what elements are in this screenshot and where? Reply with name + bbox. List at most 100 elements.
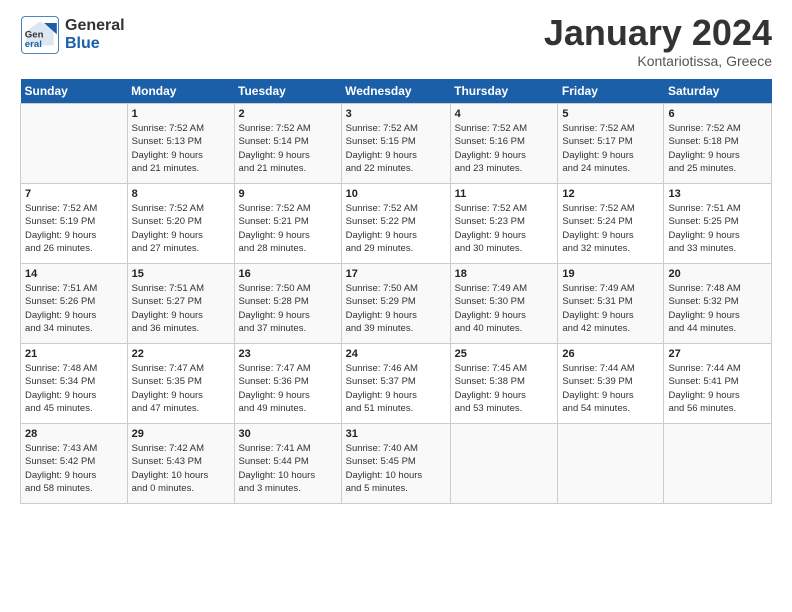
day-info: Sunrise: 7:48 AMSunset: 5:32 PMDaylight:… bbox=[668, 282, 767, 335]
day-info: Sunrise: 7:43 AMSunset: 5:42 PMDaylight:… bbox=[25, 442, 123, 495]
calendar-week-3: 14Sunrise: 7:51 AMSunset: 5:26 PMDayligh… bbox=[21, 264, 772, 344]
day-info: Sunrise: 7:52 AMSunset: 5:16 PMDaylight:… bbox=[455, 122, 554, 175]
calendar-cell: 2Sunrise: 7:52 AMSunset: 5:14 PMDaylight… bbox=[234, 104, 341, 184]
day-info: Sunrise: 7:52 AMSunset: 5:18 PMDaylight:… bbox=[668, 122, 767, 175]
calendar-cell: 30 Sunrise: 7:41 AMSunset: 5:44 PMDayligh… bbox=[234, 424, 341, 504]
day-number: 17 bbox=[346, 268, 446, 280]
calendar-cell: 25 Sunrise: 7:45 AMSunset: 5:38 PMDayligh… bbox=[450, 344, 558, 424]
day-info: Sunrise: 7:52 AMSunset: 5:15 PMDaylight:… bbox=[346, 122, 446, 175]
calendar-week-1: 1Sunrise: 7:52 AMSunset: 5:13 PMDaylight… bbox=[21, 104, 772, 184]
col-thursday: Thursday bbox=[450, 79, 558, 104]
calendar-cell: 4Sunrise: 7:52 AMSunset: 5:16 PMDaylight… bbox=[450, 104, 558, 184]
day-info: Sunrise: 7:51 AMSunset: 5:25 PMDaylight:… bbox=[668, 202, 767, 255]
calendar-cell: 19 Sunrise: 7:49 AMSunset: 5:31 PMDayligh… bbox=[558, 264, 664, 344]
day-number: 25 bbox=[455, 348, 554, 360]
day-info: Sunrise: 7:52 AMSunset: 5:23 PMDaylight:… bbox=[455, 202, 554, 255]
col-monday: Monday bbox=[127, 79, 234, 104]
calendar-cell: 24 Sunrise: 7:46 AMSunset: 5:37 PMDayligh… bbox=[341, 344, 450, 424]
day-number: 18 bbox=[455, 268, 554, 280]
day-number: 31 bbox=[346, 428, 446, 440]
calendar-cell: 31 Sunrise: 7:40 AMSunset: 5:45 PMDayligh… bbox=[341, 424, 450, 504]
logo-blue: Blue bbox=[65, 35, 125, 53]
svg-text:eral: eral bbox=[25, 39, 42, 50]
calendar-cell: 3 Sunrise: 7:52 AMSunset: 5:15 PMDaylight… bbox=[341, 104, 450, 184]
day-info: Sunrise: 7:45 AMSunset: 5:38 PMDaylight:… bbox=[455, 362, 554, 415]
calendar-cell: 8 Sunrise: 7:52 AMSunset: 5:20 PMDaylight… bbox=[127, 184, 234, 264]
logo-text: General Blue bbox=[65, 17, 125, 52]
col-sunday: Sunday bbox=[21, 79, 128, 104]
day-number: 23 bbox=[239, 348, 337, 360]
day-info: Sunrise: 7:49 AMSunset: 5:30 PMDaylight:… bbox=[455, 282, 554, 335]
calendar-cell bbox=[664, 424, 772, 504]
calendar-cell bbox=[21, 104, 128, 184]
day-number: 6 bbox=[668, 108, 767, 120]
day-number: 8 bbox=[132, 188, 230, 200]
day-info: Sunrise: 7:49 AMSunset: 5:31 PMDaylight:… bbox=[562, 282, 659, 335]
day-number: 7 bbox=[25, 188, 123, 200]
day-number: 11 bbox=[455, 188, 554, 200]
calendar-cell: 28Sunrise: 7:43 AMSunset: 5:42 PMDayligh… bbox=[21, 424, 128, 504]
day-info: Sunrise: 7:44 AMSunset: 5:41 PMDaylight:… bbox=[668, 362, 767, 415]
page-header: Gen eral General Blue January 2024 Konta… bbox=[20, 15, 772, 69]
day-number: 3 bbox=[346, 108, 446, 120]
calendar-cell: 22 Sunrise: 7:47 AMSunset: 5:35 PMDayligh… bbox=[127, 344, 234, 424]
calendar-cell: 26Sunrise: 7:44 AMSunset: 5:39 PMDayligh… bbox=[558, 344, 664, 424]
day-info: Sunrise: 7:42 AMSunset: 5:43 PMDaylight:… bbox=[132, 442, 230, 495]
day-info: Sunrise: 7:44 AMSunset: 5:39 PMDaylight:… bbox=[562, 362, 659, 415]
day-info: Sunrise: 7:48 AMSunset: 5:34 PMDaylight:… bbox=[25, 362, 123, 415]
day-number: 20 bbox=[668, 268, 767, 280]
calendar-cell: 18 Sunrise: 7:49 AMSunset: 5:30 PMDayligh… bbox=[450, 264, 558, 344]
calendar-week-5: 28Sunrise: 7:43 AMSunset: 5:42 PMDayligh… bbox=[21, 424, 772, 504]
day-info: Sunrise: 7:52 AMSunset: 5:19 PMDaylight:… bbox=[25, 202, 123, 255]
calendar-cell bbox=[450, 424, 558, 504]
calendar-cell: 10Sunrise: 7:52 AMSunset: 5:22 PMDayligh… bbox=[341, 184, 450, 264]
day-info: Sunrise: 7:52 AMSunset: 5:13 PMDaylight:… bbox=[132, 122, 230, 175]
calendar-cell: 5 Sunrise: 7:52 AMSunset: 5:17 PMDaylight… bbox=[558, 104, 664, 184]
day-number: 5 bbox=[562, 108, 659, 120]
calendar-cell: 7 Sunrise: 7:52 AMSunset: 5:19 PMDaylight… bbox=[21, 184, 128, 264]
location-subtitle: Kontariotissa, Greece bbox=[544, 53, 772, 69]
day-number: 24 bbox=[346, 348, 446, 360]
day-info: Sunrise: 7:52 AMSunset: 5:20 PMDaylight:… bbox=[132, 202, 230, 255]
day-number: 27 bbox=[668, 348, 767, 360]
day-info: Sunrise: 7:50 AMSunset: 5:28 PMDaylight:… bbox=[239, 282, 337, 335]
logo: Gen eral General Blue bbox=[20, 15, 125, 55]
calendar-cell: 27 Sunrise: 7:44 AMSunset: 5:41 PMDayligh… bbox=[664, 344, 772, 424]
page-container: Gen eral General Blue January 2024 Konta… bbox=[0, 0, 792, 514]
day-number: 15 bbox=[132, 268, 230, 280]
day-info: Sunrise: 7:52 AMSunset: 5:17 PMDaylight:… bbox=[562, 122, 659, 175]
day-number: 14 bbox=[25, 268, 123, 280]
calendar-cell: 23Sunrise: 7:47 AMSunset: 5:36 PMDayligh… bbox=[234, 344, 341, 424]
day-info: Sunrise: 7:50 AMSunset: 5:29 PMDaylight:… bbox=[346, 282, 446, 335]
day-number: 21 bbox=[25, 348, 123, 360]
day-info: Sunrise: 7:52 AMSunset: 5:24 PMDaylight:… bbox=[562, 202, 659, 255]
day-number: 29 bbox=[132, 428, 230, 440]
day-number: 22 bbox=[132, 348, 230, 360]
day-info: Sunrise: 7:47 AMSunset: 5:35 PMDaylight:… bbox=[132, 362, 230, 415]
calendar-body: 1Sunrise: 7:52 AMSunset: 5:13 PMDaylight… bbox=[21, 104, 772, 504]
calendar-cell: 17 Sunrise: 7:50 AMSunset: 5:29 PMDayligh… bbox=[341, 264, 450, 344]
calendar-cell: 13 Sunrise: 7:51 AMSunset: 5:25 PMDayligh… bbox=[664, 184, 772, 264]
day-number: 2 bbox=[239, 108, 337, 120]
day-number: 30 bbox=[239, 428, 337, 440]
day-number: 19 bbox=[562, 268, 659, 280]
col-saturday: Saturday bbox=[664, 79, 772, 104]
day-number: 12 bbox=[562, 188, 659, 200]
col-tuesday: Tuesday bbox=[234, 79, 341, 104]
day-info: Sunrise: 7:41 AMSunset: 5:44 PMDaylight:… bbox=[239, 442, 337, 495]
calendar-cell: 12 Sunrise: 7:52 AMSunset: 5:24 PMDayligh… bbox=[558, 184, 664, 264]
day-number: 10 bbox=[346, 188, 446, 200]
month-title: January 2024 bbox=[544, 15, 772, 51]
day-info: Sunrise: 7:52 AMSunset: 5:21 PMDaylight:… bbox=[239, 202, 337, 255]
calendar-cell: 1Sunrise: 7:52 AMSunset: 5:13 PMDaylight… bbox=[127, 104, 234, 184]
day-number: 13 bbox=[668, 188, 767, 200]
calendar-cell: 11 Sunrise: 7:52 AMSunset: 5:23 PMDayligh… bbox=[450, 184, 558, 264]
calendar-cell: 29 Sunrise: 7:42 AMSunset: 5:43 PMDayligh… bbox=[127, 424, 234, 504]
col-wednesday: Wednesday bbox=[341, 79, 450, 104]
day-info: Sunrise: 7:51 AMSunset: 5:27 PMDaylight:… bbox=[132, 282, 230, 335]
day-number: 9 bbox=[239, 188, 337, 200]
calendar-cell: 16Sunrise: 7:50 AMSunset: 5:28 PMDayligh… bbox=[234, 264, 341, 344]
day-info: Sunrise: 7:46 AMSunset: 5:37 PMDaylight:… bbox=[346, 362, 446, 415]
calendar-cell: 21 Sunrise: 7:48 AMSunset: 5:34 PMDayligh… bbox=[21, 344, 128, 424]
day-info: Sunrise: 7:40 AMSunset: 5:45 PMDaylight:… bbox=[346, 442, 446, 495]
